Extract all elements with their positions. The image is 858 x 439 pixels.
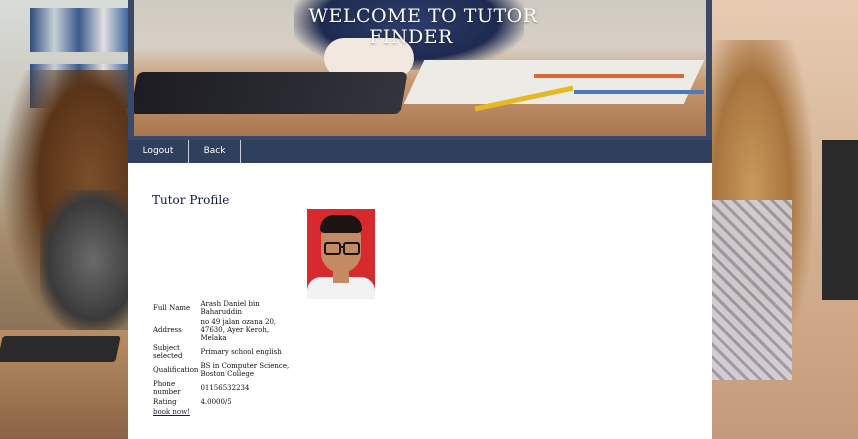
header-banner: WELCOME TO TUTOR FINDER [128, 0, 712, 140]
table-row: Qualification BS in Computer Science, Bo… [152, 361, 291, 379]
nav-bar: Logout Back [128, 140, 712, 163]
page-title: Tutor Profile [152, 193, 230, 207]
full-name-label: Full Name [153, 304, 191, 312]
background-photo-left [0, 0, 128, 439]
rating-label: Rating [153, 398, 177, 406]
profile-table: Full Name Arash Daniel bin Baharuddin Ad… [152, 299, 291, 417]
book-now-link[interactable]: book now! [153, 408, 190, 416]
phone-value: 01156532234 [200, 384, 250, 392]
table-row: Phone number 01156532234 [152, 379, 291, 397]
subject-label: Subject selected [153, 344, 183, 360]
table-row: Rating 4.0000/5 [152, 397, 291, 407]
table-row: Full Name Arash Daniel bin Baharuddin [152, 299, 291, 317]
site-title-line2: FINDER [369, 26, 453, 48]
qualification-label: Qualification [153, 366, 199, 374]
site-title: WELCOME TO TUTOR FINDER [128, 6, 712, 48]
background-photo-right [712, 0, 858, 439]
full-name-value: Arash Daniel bin Baharuddin [200, 300, 260, 316]
back-button[interactable]: Back [189, 140, 241, 163]
site-title-line1: WELCOME TO TUTOR [308, 5, 538, 27]
phone-label: Phone number [153, 380, 181, 396]
subject-value: Primary school english [200, 348, 282, 356]
address-value: no 49 jalan ozana 20, 47630, Ayer Keroh,… [200, 318, 277, 342]
logout-button[interactable]: Logout [128, 140, 189, 163]
rating-value: 4.0000/5 [200, 398, 232, 406]
qualification-value: BS in Computer Science, Boston College [200, 362, 290, 378]
table-row: Subject selected Primary school english [152, 343, 291, 361]
table-row: book now! [152, 407, 291, 417]
address-label: Address [153, 326, 182, 334]
main-container: WELCOME TO TUTOR FINDER Logout Back Tuto… [128, 0, 712, 439]
table-row: Address no 49 jalan ozana 20, 47630, Aye… [152, 317, 291, 343]
tutor-photo [307, 209, 375, 299]
